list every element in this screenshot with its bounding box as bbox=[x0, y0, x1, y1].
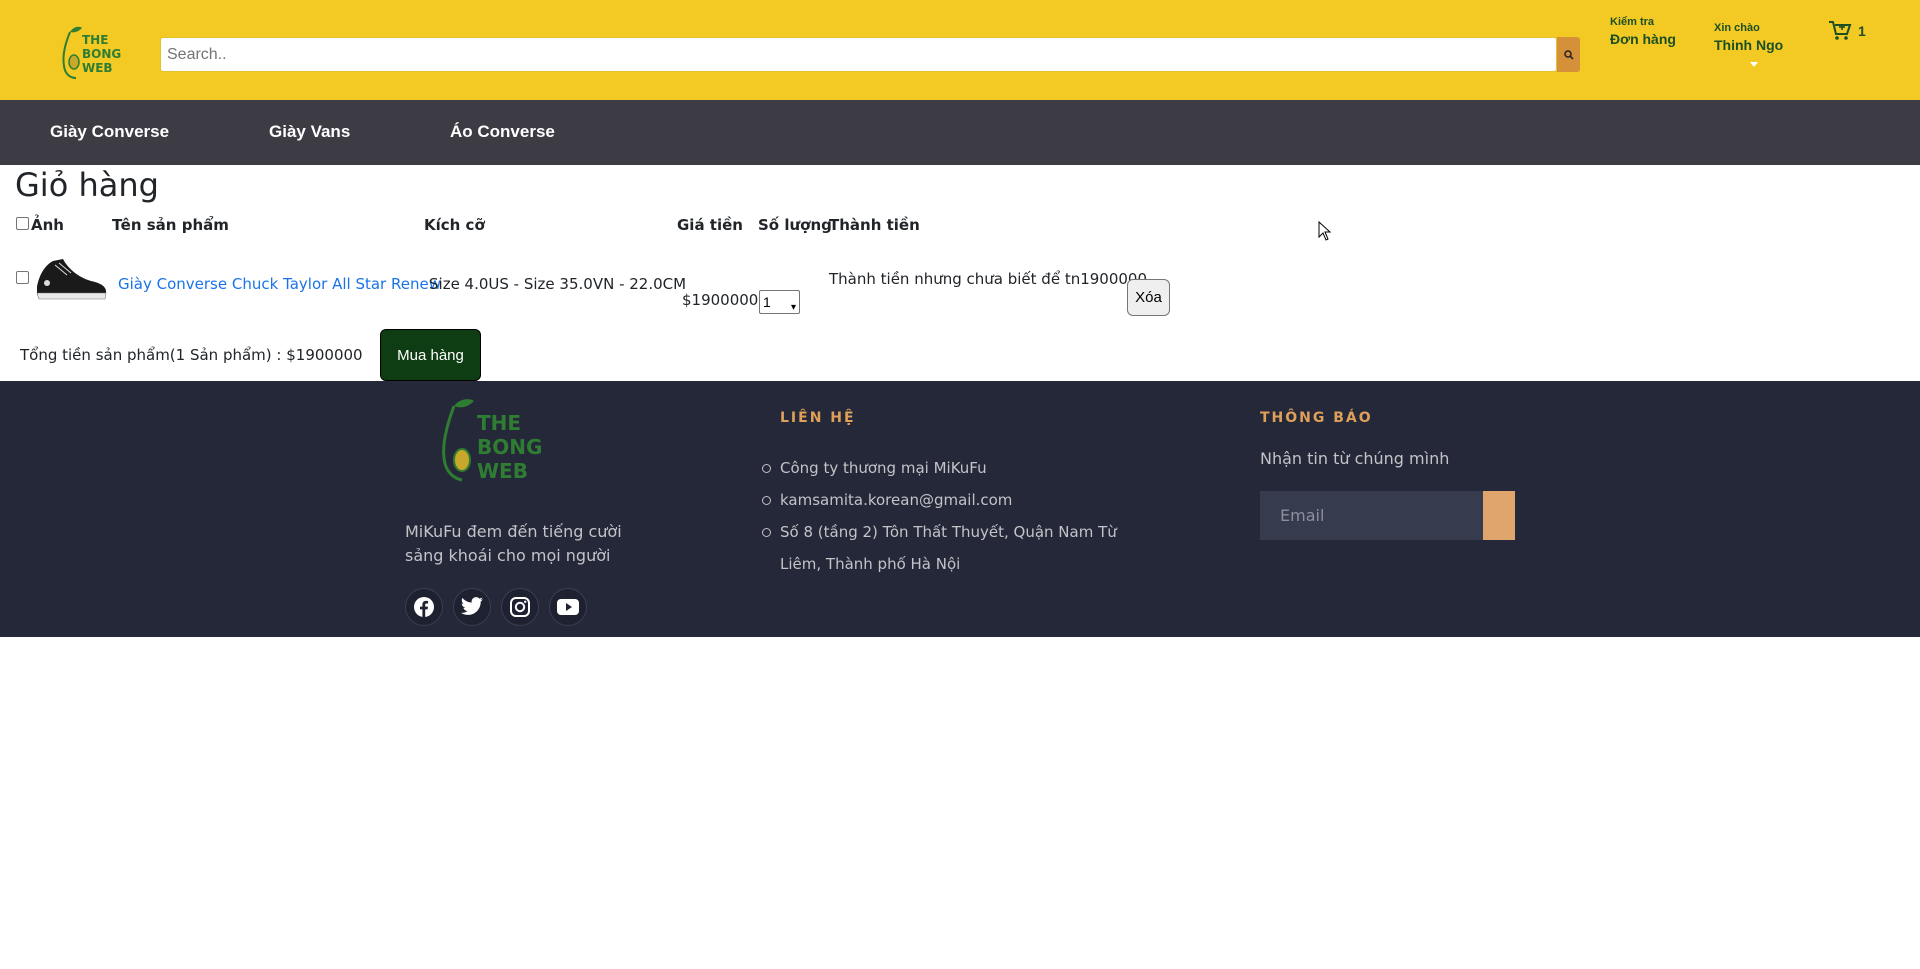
list-item: Công ty thương mại MiKuFu bbox=[760, 452, 1120, 484]
nav-item-vans-shoes[interactable]: Giày Vans bbox=[269, 122, 350, 142]
cart-button[interactable]: 1 bbox=[1828, 20, 1866, 42]
facebook-link[interactable] bbox=[405, 588, 443, 626]
product-size: Size 4.0US - Size 35.0VN - 22.0CM bbox=[429, 275, 687, 293]
footer-logo[interactable]: THE BONG WEB bbox=[432, 396, 542, 491]
column-header-size: Kích cỡ bbox=[424, 216, 485, 234]
chevron-down-icon: ▾ bbox=[790, 302, 796, 313]
order-label: Đơn hàng bbox=[1610, 31, 1676, 47]
user-menu[interactable]: Xin chào Thinh Ngo bbox=[1714, 22, 1784, 67]
greeting-label: Xin chào bbox=[1714, 22, 1760, 34]
main-nav: Giày Converse Giày Vans Áo Converse bbox=[0, 100, 1920, 165]
facebook-icon bbox=[414, 597, 434, 617]
nav-item-converse-shoes[interactable]: Giày Converse bbox=[50, 122, 169, 142]
column-header-quantity: Số lượng bbox=[758, 216, 832, 234]
footer-logo-text: THE BONG WEB bbox=[477, 411, 543, 483]
buy-button[interactable]: Mua hàng bbox=[380, 329, 481, 381]
instagram-link[interactable] bbox=[501, 588, 539, 626]
cart-count: 1 bbox=[1858, 23, 1866, 39]
nav-item-converse-shirts[interactable]: Áo Converse bbox=[450, 122, 555, 142]
check-order-label: Kiểm tra bbox=[1610, 16, 1655, 28]
email-field[interactable]: Email bbox=[1260, 491, 1483, 540]
twitter-icon bbox=[461, 597, 483, 615]
list-item: Số 8 (tầng 2) Tôn Thất Thuyết, Quận Nam … bbox=[760, 516, 1120, 580]
select-all-checkbox[interactable] bbox=[16, 217, 29, 230]
contact-heading: LIÊN HỆ bbox=[780, 410, 856, 426]
twitter-link[interactable] bbox=[453, 588, 491, 626]
search-input[interactable] bbox=[161, 38, 1556, 71]
site-header: THE BONG WEB Kiểm tra Đơn hàng Xin chào … bbox=[0, 0, 1920, 100]
contact-list: Công ty thương mại MiKuFu kamsamita.kore… bbox=[760, 452, 1120, 580]
instagram-icon bbox=[510, 597, 530, 617]
cart-icon bbox=[1829, 21, 1852, 40]
site-logo[interactable]: THE BONG WEB bbox=[56, 24, 126, 84]
list-item: kamsamita.korean@gmail.com bbox=[760, 484, 1120, 516]
logo-text: THE BONG WEB bbox=[82, 33, 122, 75]
cart-total: Tổng tiền sản phẩm(1 Sản phẩm) : $190000… bbox=[20, 346, 363, 364]
youtube-link[interactable] bbox=[549, 588, 587, 626]
column-header-price: Giá tiền bbox=[677, 216, 743, 234]
mouse-cursor-icon bbox=[1318, 221, 1332, 241]
check-order-link[interactable]: Kiểm tra Đơn hàng bbox=[1610, 16, 1676, 47]
chevron-down-icon bbox=[1750, 62, 1758, 67]
column-header-subtotal: Thành tiền bbox=[829, 216, 920, 234]
product-name-link[interactable]: Giày Converse Chuck Taylor All Star Rene… bbox=[118, 275, 441, 293]
shoe-thumbnail-icon bbox=[36, 259, 107, 300]
social-links bbox=[405, 588, 587, 626]
search-icon bbox=[1563, 49, 1574, 60]
page-title: Giỏ hàng bbox=[15, 166, 159, 204]
item-checkbox[interactable] bbox=[16, 271, 29, 284]
product-price: $1900000 bbox=[682, 291, 759, 309]
search-box bbox=[160, 37, 1557, 72]
footer-description: MiKuFu đem đến tiếng cười sảng khoái cho… bbox=[405, 522, 622, 565]
column-header-name: Tên sản phẩm bbox=[112, 216, 229, 234]
newsletter-text: Nhận tin từ chúng mình bbox=[1260, 449, 1450, 468]
column-header-image: Ảnh bbox=[31, 216, 64, 234]
subscribe-button[interactable] bbox=[1483, 491, 1515, 540]
product-image[interactable] bbox=[33, 253, 109, 303]
search-button[interactable] bbox=[1557, 37, 1580, 72]
user-name: Thinh Ngo bbox=[1714, 37, 1784, 53]
notice-heading: THÔNG BÁO bbox=[1260, 410, 1373, 426]
youtube-icon bbox=[557, 599, 579, 615]
product-subtotal: Thành tiền nhưng chưa biết để tn1900000 bbox=[829, 270, 1148, 288]
delete-button[interactable]: Xóa bbox=[1127, 279, 1170, 316]
quantity-select[interactable]: 1 ▾ bbox=[759, 290, 800, 314]
